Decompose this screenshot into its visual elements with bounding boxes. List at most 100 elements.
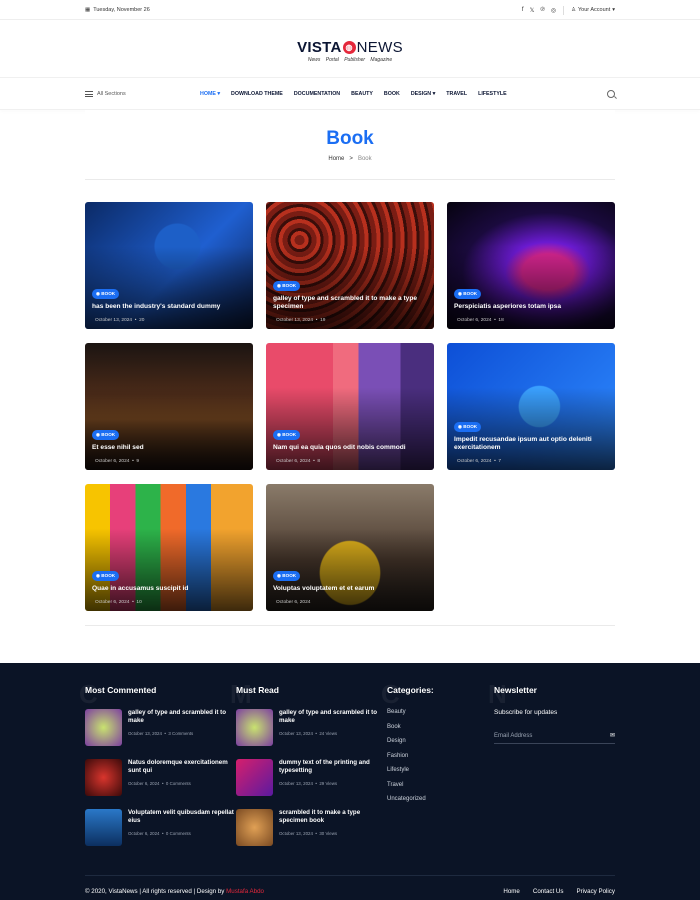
post-date: October 6, 2024	[457, 459, 492, 464]
post-thumbnail[interactable]	[85, 709, 122, 746]
post-comments: 0 Comments	[165, 780, 191, 786]
post-thumbnail[interactable]	[85, 809, 122, 846]
copyright: © 2020, VistaNews | All rights reserved …	[85, 888, 264, 895]
search-icon[interactable]	[607, 90, 615, 98]
list-item[interactable]: scrambled it to make a type specimen boo…	[236, 809, 387, 846]
category-badge[interactable]: ◉ BOOK	[454, 289, 482, 300]
post-date: October 6, 2024	[457, 318, 492, 323]
post-card[interactable]: ◉ BOOK Perspiciatis asperiores totam ips…	[447, 202, 615, 329]
post-date: October 6, 2024	[128, 830, 160, 836]
send-icon[interactable]: ✉	[610, 732, 615, 739]
category-badge[interactable]: ◉ BOOK	[92, 571, 120, 582]
list-item[interactable]: dummy text of the printing and typesetti…	[236, 759, 387, 796]
post-date: October 13, 2024	[279, 730, 313, 736]
social-links: f 𝕏 ℗ ◎	[522, 7, 556, 14]
category-badge[interactable]: ◉ BOOK	[273, 430, 301, 441]
email-placeholder: Email Address	[494, 732, 533, 739]
post-title[interactable]: Nam qui ea quia quos odit nobis commodi	[273, 444, 427, 453]
post-title[interactable]: scrambled it to make a type specimen boo…	[279, 809, 387, 826]
all-sections-button[interactable]: All Sections	[85, 91, 200, 97]
post-title[interactable]: Et esse nihil sed	[92, 444, 246, 453]
post-title[interactable]: Quae in accusamus suscipit id	[92, 585, 246, 594]
footer-link-contact[interactable]: Contact Us	[533, 888, 564, 895]
post-title[interactable]: Voluptas voluptatem et et earum	[273, 585, 427, 594]
post-title[interactable]: galley of type and scrambled it to make …	[273, 295, 427, 312]
post-card[interactable]: ◉ BOOK Impedit recusandae ipsum aut opti…	[447, 343, 615, 470]
account-menu[interactable]: ♙ Your Account ▾	[571, 7, 615, 13]
nav-item-beauty[interactable]: BEAUTY	[351, 91, 373, 97]
post-comments: 3 Comments	[168, 730, 194, 736]
pinterest-icon[interactable]: ℗	[540, 7, 544, 14]
post-date: October 6, 2024	[128, 780, 160, 786]
post-views: 29 Views	[319, 780, 338, 786]
widget-title: Categories:	[387, 685, 434, 695]
instagram-icon[interactable]: ◎	[551, 7, 556, 14]
post-thumbnail[interactable]	[236, 709, 273, 746]
post-title[interactable]: galley of type and scrambled it to make	[279, 709, 387, 726]
nav-item-lifestyle[interactable]: LIFESTYLE	[478, 91, 507, 97]
post-date: October 13, 2024	[279, 780, 313, 786]
category-badge[interactable]: ◉ BOOK	[92, 289, 120, 300]
designer-link[interactable]: Mustafa Abdo	[226, 888, 264, 895]
footer-link-privacy[interactable]: Privacy Policy	[576, 888, 615, 895]
post-title[interactable]: Perspiciatis asperiores totam ipsa	[454, 303, 608, 312]
category-link[interactable]: Uncategorized	[387, 796, 494, 802]
category-link[interactable]: Beauty	[387, 709, 494, 715]
post-title[interactable]: Impedit recusandae ipsum aut optio delen…	[454, 436, 608, 453]
nav-item-home[interactable]: HOME ▾	[200, 91, 220, 97]
category-badge[interactable]: ◉ BOOK	[92, 430, 120, 441]
nav-label: HOME	[200, 91, 216, 97]
post-thumbnail[interactable]	[236, 809, 273, 846]
category-badge[interactable]: ◉ BOOK	[273, 280, 301, 291]
site-logo[interactable]: VISTA ◍ NEWS	[297, 39, 403, 56]
footer-bottom: © 2020, VistaNews | All rights reserved …	[85, 875, 615, 895]
email-field[interactable]: Email Address ✉	[494, 728, 615, 744]
nav-item-travel[interactable]: TRAVEL	[446, 91, 467, 97]
post-card[interactable]: ◉ BOOK Nam qui ea quia quos odit nobis c…	[266, 343, 434, 470]
category-link[interactable]: Fashion	[387, 753, 494, 759]
post-card[interactable]: ◉ BOOK Voluptas voluptatem et et earum O…	[266, 484, 434, 611]
post-thumbnail[interactable]	[85, 759, 122, 796]
list-item[interactable]: galley of type and scrambled it to make …	[236, 709, 387, 746]
post-date: October 6, 2024	[276, 459, 311, 464]
post-card[interactable]: ◉ BOOK galley of type and scrambled it t…	[266, 202, 434, 329]
post-date: October 13, 2024	[276, 318, 314, 323]
list-item[interactable]: galley of type and scrambled it to make …	[85, 709, 236, 746]
post-card[interactable]: ◉ BOOK Et esse nihil sed October 6, 2024…	[85, 343, 253, 470]
list-item[interactable]: Voluptatem velit quibusdam repellat eius…	[85, 809, 236, 846]
logo-text-news: NEWS	[356, 38, 403, 56]
post-title[interactable]: has been the industry's standard dummy	[92, 303, 246, 312]
nav-item-design[interactable]: DESIGN ▾	[411, 91, 435, 97]
category-link[interactable]: Travel	[387, 782, 494, 788]
nav-item-book[interactable]: BOOK	[384, 91, 400, 97]
post-title[interactable]: galley of type and scrambled it to make	[128, 709, 236, 726]
breadcrumb-home[interactable]: Home	[328, 156, 344, 162]
post-card[interactable]: ◉ BOOK Quae in accusamus suscipit id Oct…	[85, 484, 253, 611]
widget-title: Most Commented	[85, 685, 157, 695]
facebook-icon[interactable]: f	[522, 7, 524, 14]
nav-item-documentation[interactable]: DOCUMENTATION	[294, 91, 340, 97]
list-item[interactable]: Natus doloremque exercitationem sunt qui…	[85, 759, 236, 796]
post-title[interactable]: Natus doloremque exercitationem sunt qui	[128, 759, 236, 776]
post-thumbnail[interactable]	[236, 759, 273, 796]
breadcrumb: Home > Book	[85, 156, 615, 162]
badge-label: BOOK	[101, 432, 116, 438]
post-title[interactable]: Voluptatem velit quibusdam repellat eius	[128, 809, 236, 826]
date-display: ▦ Tuesday, November 26	[85, 7, 150, 13]
post-meta: October 6, 2024 • 18	[457, 318, 504, 323]
badge-label: BOOK	[101, 573, 116, 579]
nav-label: DESIGN	[410, 91, 432, 97]
nav-item-download-theme[interactable]: DOWNLOAD THEME	[231, 91, 283, 97]
category-link[interactable]: Lifestyle	[387, 767, 494, 773]
post-card[interactable]: ◉ BOOK has been the industry's standard …	[85, 202, 253, 329]
footer-link-home[interactable]: Home	[503, 888, 520, 895]
logo-tagline: News Portal Publisher Magazine	[307, 56, 393, 63]
category-link[interactable]: Design	[387, 738, 494, 744]
x-icon[interactable]: 𝕏	[530, 7, 535, 14]
post-meta: October 6, 2024 • 8	[276, 459, 321, 464]
category-badge[interactable]: ◉ BOOK	[273, 571, 301, 582]
category-link[interactable]: Book	[387, 724, 494, 730]
most-commented-widget: C Most Commented galley of type and scra…	[79, 679, 236, 859]
category-badge[interactable]: ◉ BOOK	[454, 421, 482, 432]
post-title[interactable]: dummy text of the printing and typesetti…	[279, 759, 387, 776]
